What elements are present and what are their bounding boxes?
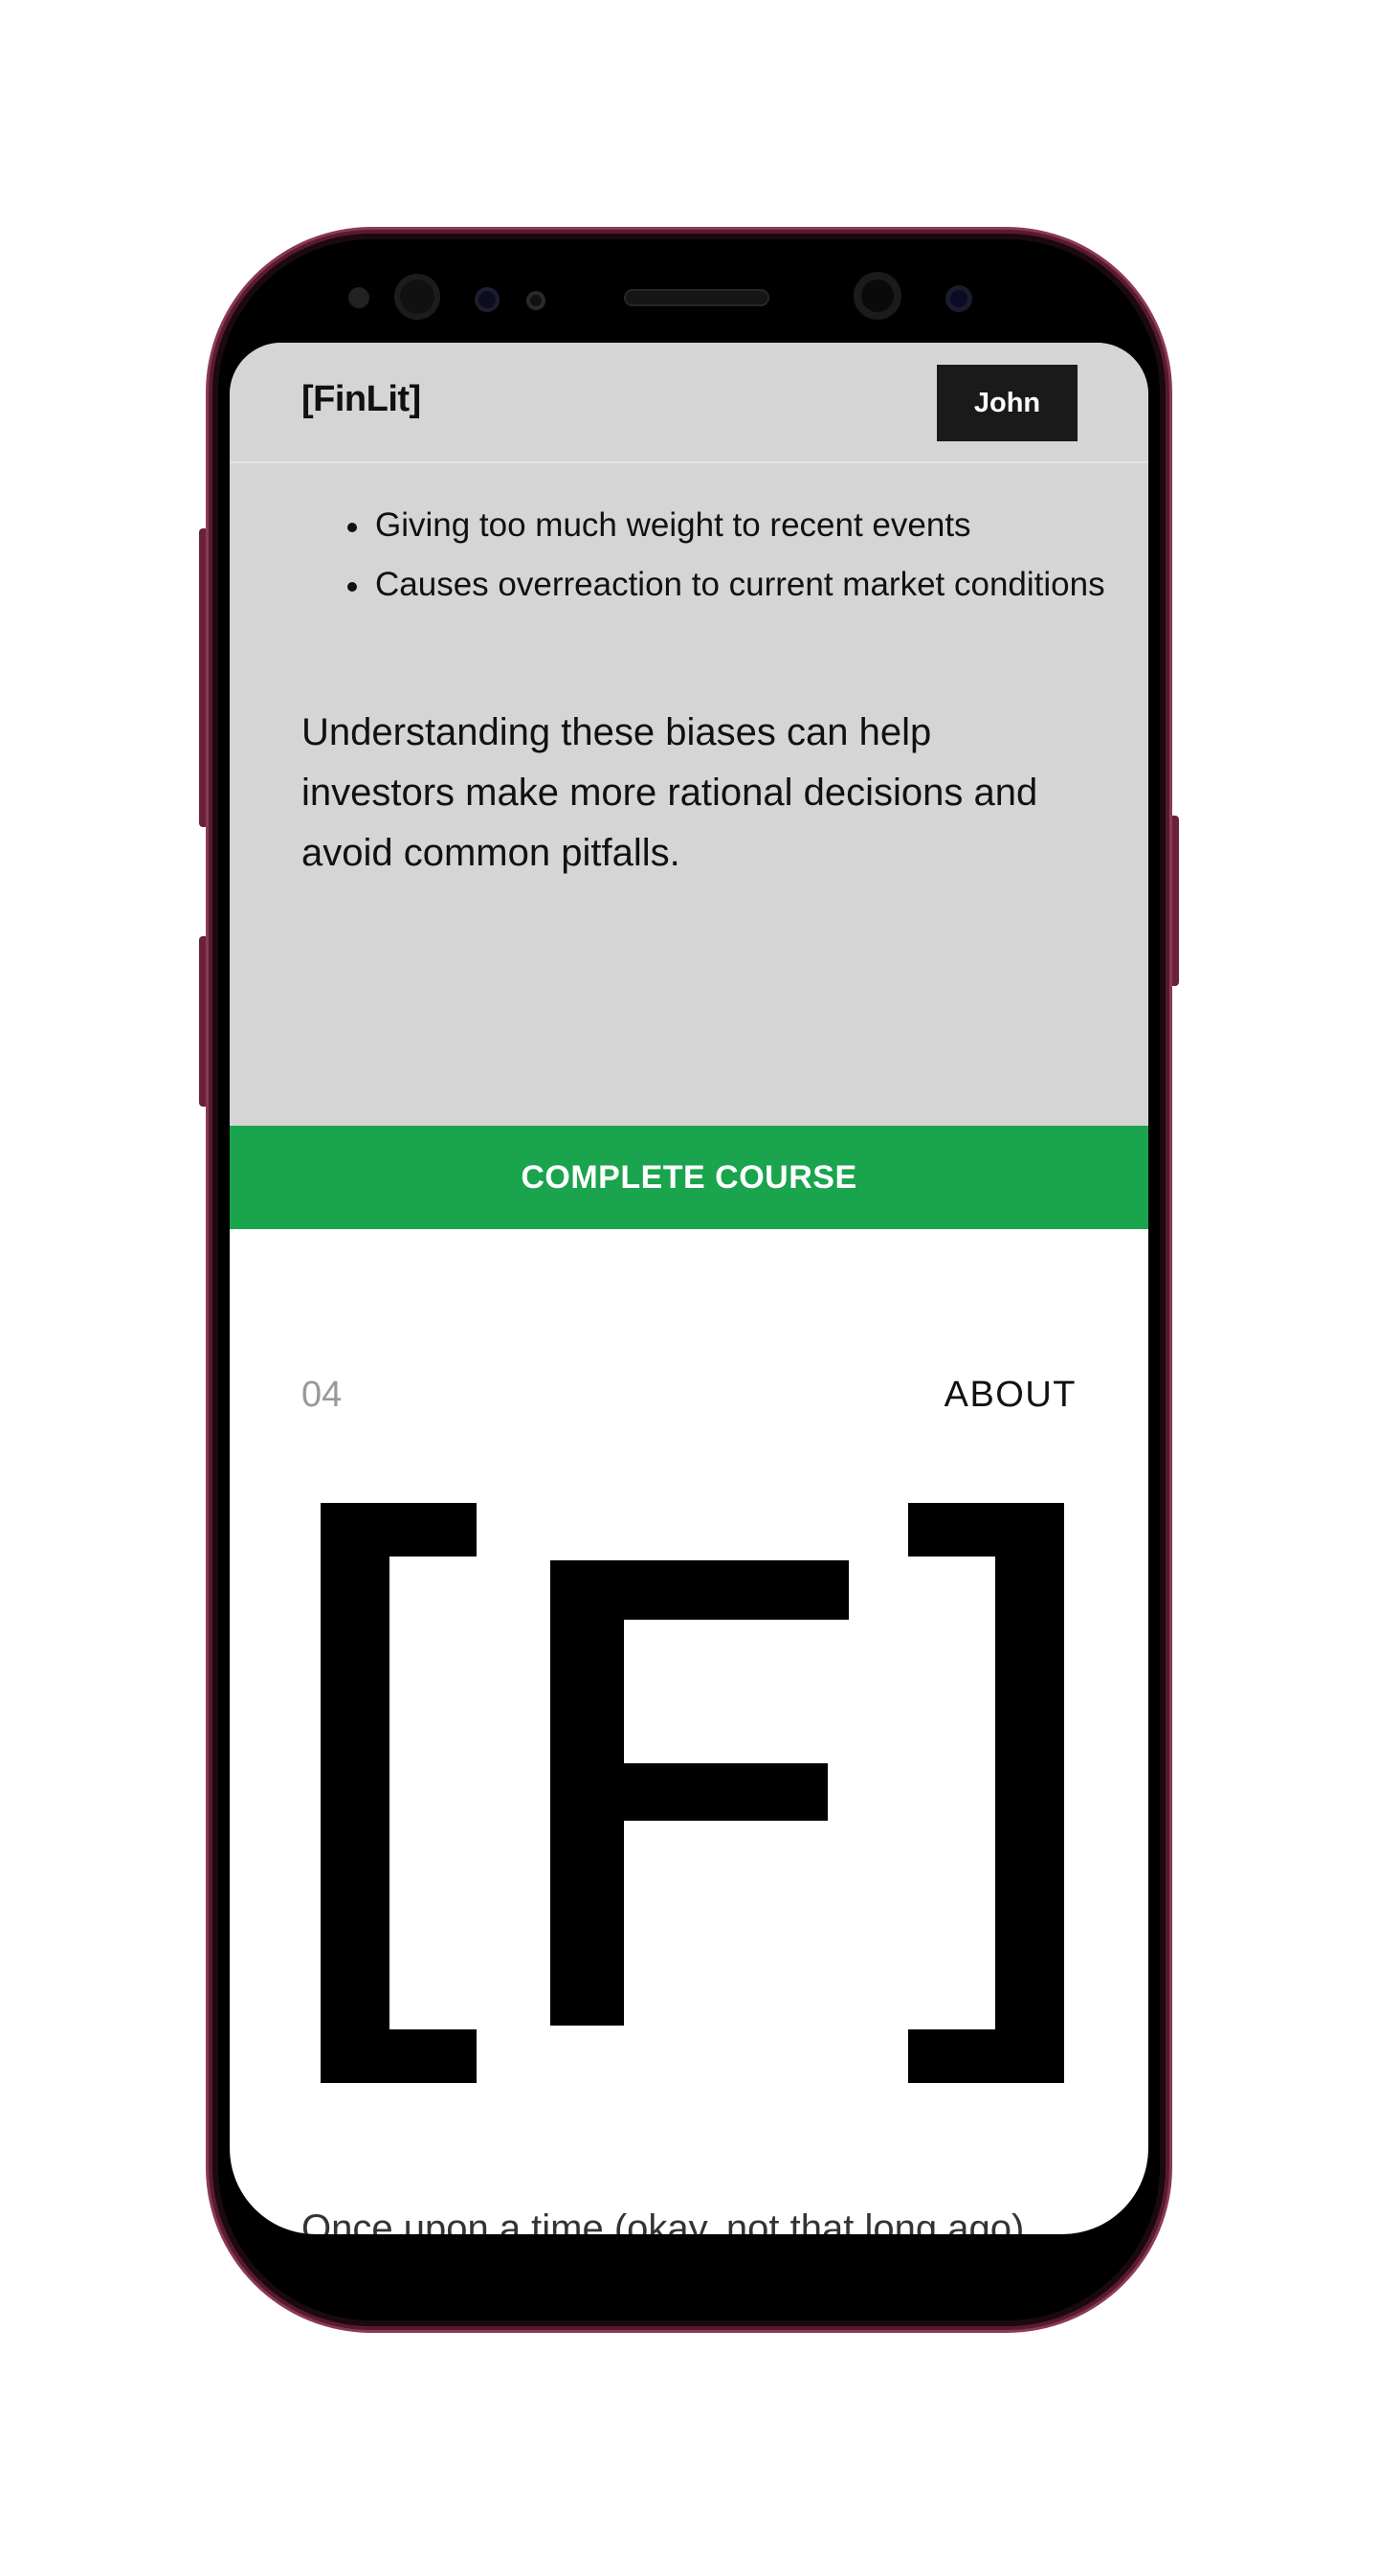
app-header: [FinLit] John — [230, 343, 1148, 463]
lesson-content: Giving too much weight to recent events … — [230, 463, 1148, 1126]
about-story-text: Once upon a time (okay, not that long ag… — [301, 2207, 1025, 2234]
volume-up-button — [199, 528, 209, 827]
section-title: ABOUT — [944, 1375, 1077, 1415]
volume-down-button — [199, 936, 209, 1107]
sensor-dot — [348, 287, 369, 308]
complete-course-button[interactable]: COMPLETE COURSE — [230, 1126, 1148, 1229]
device-mockup: [FinLit] John Giving too much weight to … — [0, 0, 1378, 2576]
left-bracket-shape — [321, 1503, 477, 2083]
right-bracket-shape — [908, 1503, 1064, 2083]
list-item: Causes overreaction to current market co… — [347, 559, 1122, 611]
bias-points-list: Giving too much weight to recent events … — [337, 500, 1122, 618]
phone-screen: [FinLit] John Giving too much weight to … — [230, 343, 1148, 2234]
light-sensor — [526, 291, 545, 310]
list-item: Giving too much weight to recent events — [347, 500, 1122, 551]
finlit-logo-mark — [321, 1503, 1064, 2083]
brand-logo[interactable]: [FinLit] — [301, 379, 421, 420]
proximity-sensor — [475, 287, 500, 312]
iris-scanner — [394, 274, 440, 320]
front-camera — [854, 272, 901, 320]
lesson-summary: Understanding these biases can help inve… — [301, 711, 1038, 874]
iris-camera — [945, 285, 972, 312]
f-letter-shape — [550, 1560, 849, 2026]
power-button — [1169, 816, 1179, 986]
user-menu-button[interactable]: John — [937, 365, 1078, 441]
section-number: 04 — [301, 1375, 343, 1415]
earpiece-speaker — [624, 289, 769, 306]
